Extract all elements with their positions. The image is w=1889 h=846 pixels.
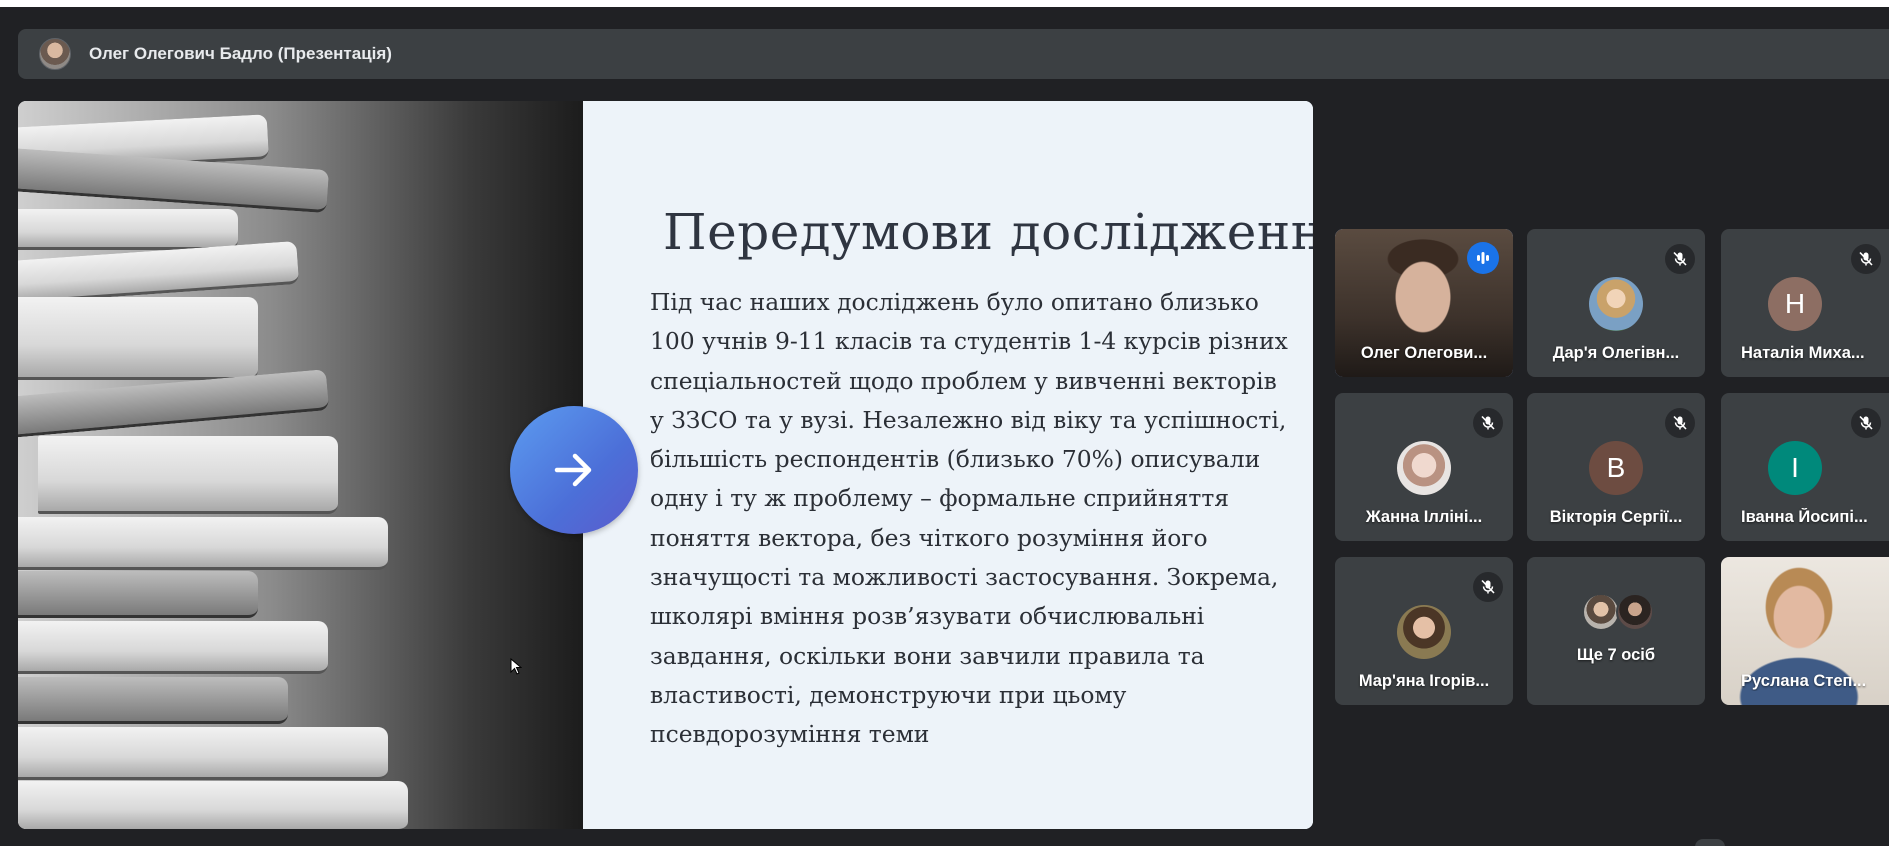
more-participants-label: Ще 7 осіб <box>1576 646 1656 664</box>
mic-off-icon <box>1665 244 1695 274</box>
participant-name: Іванна Йосипі... <box>1741 508 1868 526</box>
mouse-cursor-icon <box>510 658 522 675</box>
avatar <box>1589 277 1643 331</box>
participant-name: Жанна Ілліні... <box>1365 508 1483 526</box>
meeting-window: Олег Олегович Бадло (Презентація) Переду… <box>0 7 1889 846</box>
participant-tile[interactable]: Олег Олегови... <box>1335 229 1513 377</box>
participant-tile[interactable]: Мар'яна Ігорів... <box>1335 557 1513 705</box>
avatar <box>1397 605 1451 659</box>
participant-tile[interactable]: Руслана Степ... <box>1721 557 1889 705</box>
arrow-right-icon <box>554 453 592 487</box>
presentation-slide: Передумови дослідження Під час наших дос… <box>18 101 1313 829</box>
participant-name: Дар'я Олегівн... <box>1552 344 1680 362</box>
participant-tile[interactable]: І Іванна Йосипі... <box>1721 393 1889 541</box>
avatar <box>1616 593 1654 631</box>
participant-name: Наталія Миха... <box>1741 344 1865 362</box>
more-participants-avatars <box>1582 593 1654 631</box>
participant-tile[interactable]: Дар'я Олегівн... <box>1527 229 1705 377</box>
mic-off-icon <box>1665 408 1695 438</box>
avatar: Н <box>1768 277 1822 331</box>
avatar: І <box>1768 441 1822 495</box>
mic-off-icon <box>1473 408 1503 438</box>
audio-level-icon <box>1467 242 1499 274</box>
next-slide-button[interactable] <box>510 406 638 534</box>
avatar <box>1582 593 1620 631</box>
mic-off-icon <box>1473 572 1503 602</box>
participant-tile[interactable]: Жанна Ілліні... <box>1335 393 1513 541</box>
bottom-bar-handle <box>1695 839 1725 846</box>
presenter-bar: Олег Олегович Бадло (Презентація) <box>18 29 1889 79</box>
slide-title: Передумови дослідження <box>663 203 1313 261</box>
participant-name: Олег Олегови... <box>1360 344 1488 362</box>
books-photo <box>18 101 583 829</box>
avatar <box>1397 441 1451 495</box>
mic-off-icon <box>1851 408 1881 438</box>
participant-name: Мар'яна Ігорів... <box>1358 672 1490 690</box>
participant-tile[interactable]: Н Наталія Миха... <box>1721 229 1889 377</box>
more-participants-tile[interactable]: Ще 7 осіб <box>1527 557 1705 705</box>
presenter-avatar <box>39 38 71 70</box>
participant-name: Вікторія Сергії... <box>1549 508 1683 526</box>
presenter-name: Олег Олегович Бадло (Презентація) <box>89 44 392 63</box>
mic-off-icon <box>1851 244 1881 274</box>
participant-tile[interactable]: В Вікторія Сергії... <box>1527 393 1705 541</box>
avatar: В <box>1589 441 1643 495</box>
participant-name: Руслана Степ... <box>1741 672 1867 690</box>
slide-body-text: Під час наших досліджень було опитано бл… <box>650 288 1288 749</box>
